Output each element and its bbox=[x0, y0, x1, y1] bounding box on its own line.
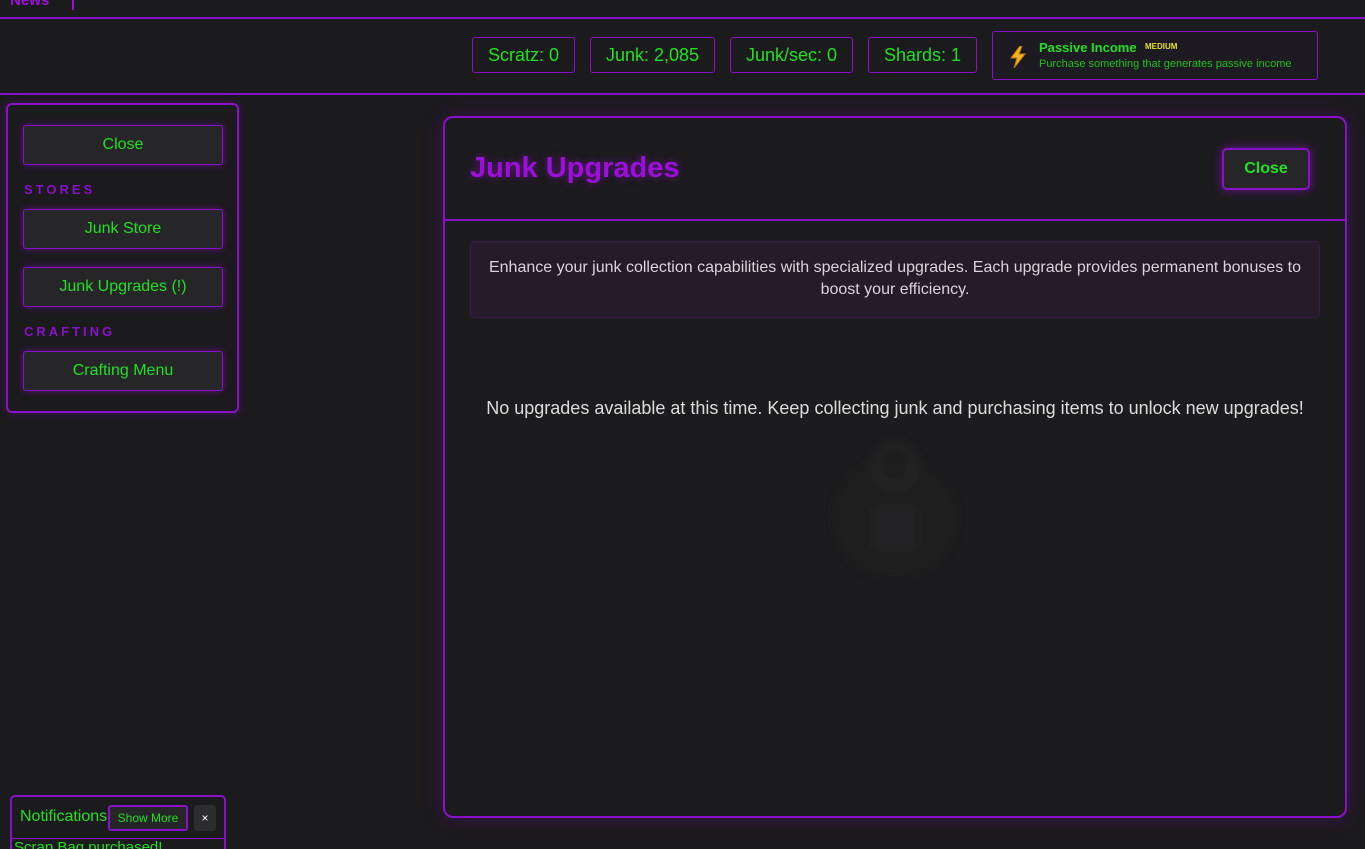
crafting-heading: CRAFTING bbox=[24, 324, 116, 339]
panel-intro: Enhance your junk collection capabilitie… bbox=[470, 241, 1320, 318]
empty-state-message: No upgrades available at this time. Keep… bbox=[486, 398, 1304, 418]
junk-upgrades-button[interactable]: Junk Upgrades (!) bbox=[23, 267, 223, 307]
notifications-title: Notifications bbox=[20, 808, 108, 825]
crafting-menu-button[interactable]: Crafting Menu bbox=[23, 351, 223, 391]
nav-divider bbox=[72, 0, 74, 10]
notifications-close-button[interactable]: × bbox=[194, 805, 216, 831]
stats-bar: Scratz: 0 Junk: 2,085 Junk/sec: 0 Shards… bbox=[0, 19, 1365, 95]
panel-divider bbox=[445, 219, 1345, 221]
notifications-panel: Notifications Show More × Scrap Bag purc… bbox=[10, 795, 226, 849]
notification-message: Scrap Bag purchased! bbox=[14, 839, 163, 849]
passive-income-hint[interactable]: Passive Income MEDIUM Purchase something… bbox=[992, 31, 1318, 80]
junk-counter: Junk: 2,085 bbox=[590, 37, 715, 73]
shards-counter: Shards: 1 bbox=[868, 37, 977, 73]
junk-per-sec-counter: Junk/sec: 0 bbox=[730, 37, 853, 73]
panel-title: Junk Upgrades bbox=[470, 152, 680, 184]
junk-store-button[interactable]: Junk Store bbox=[23, 209, 223, 249]
sidebar-menu: Close STORES Junk Store Junk Upgrades (!… bbox=[6, 103, 239, 413]
lock-watermark-icon bbox=[833, 442, 957, 578]
stores-heading: STORES bbox=[24, 182, 96, 197]
sidebar-close-button[interactable]: Close bbox=[23, 125, 223, 165]
junk-upgrades-panel: Junk Upgrades Close Enhance your junk co… bbox=[443, 116, 1347, 818]
passive-income-description: Purchase something that generates passiv… bbox=[1039, 58, 1292, 70]
top-nav: News bbox=[0, 0, 1365, 19]
show-more-button[interactable]: Show More bbox=[108, 805, 188, 831]
scratz-counter: Scratz: 0 bbox=[472, 37, 575, 73]
panel-close-button[interactable]: Close bbox=[1222, 148, 1310, 190]
lightning-bolt-icon bbox=[1010, 46, 1027, 68]
difficulty-badge: MEDIUM bbox=[1145, 42, 1178, 51]
news-link[interactable]: News bbox=[10, 0, 49, 9]
passive-income-title: Passive Income bbox=[1039, 40, 1137, 55]
